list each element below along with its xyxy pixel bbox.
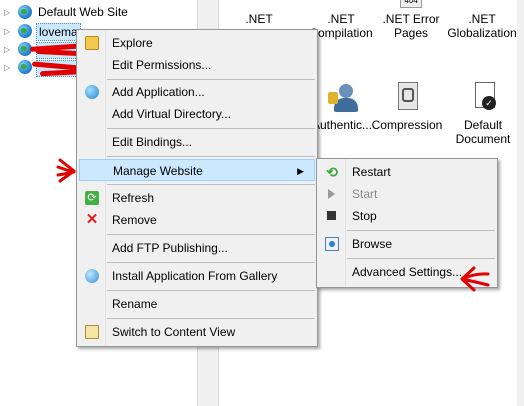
annotation-arrow-icon: [460, 266, 490, 292]
annotation-layer: [56, 158, 490, 292]
annotation-arrow-icon: [56, 158, 76, 183]
